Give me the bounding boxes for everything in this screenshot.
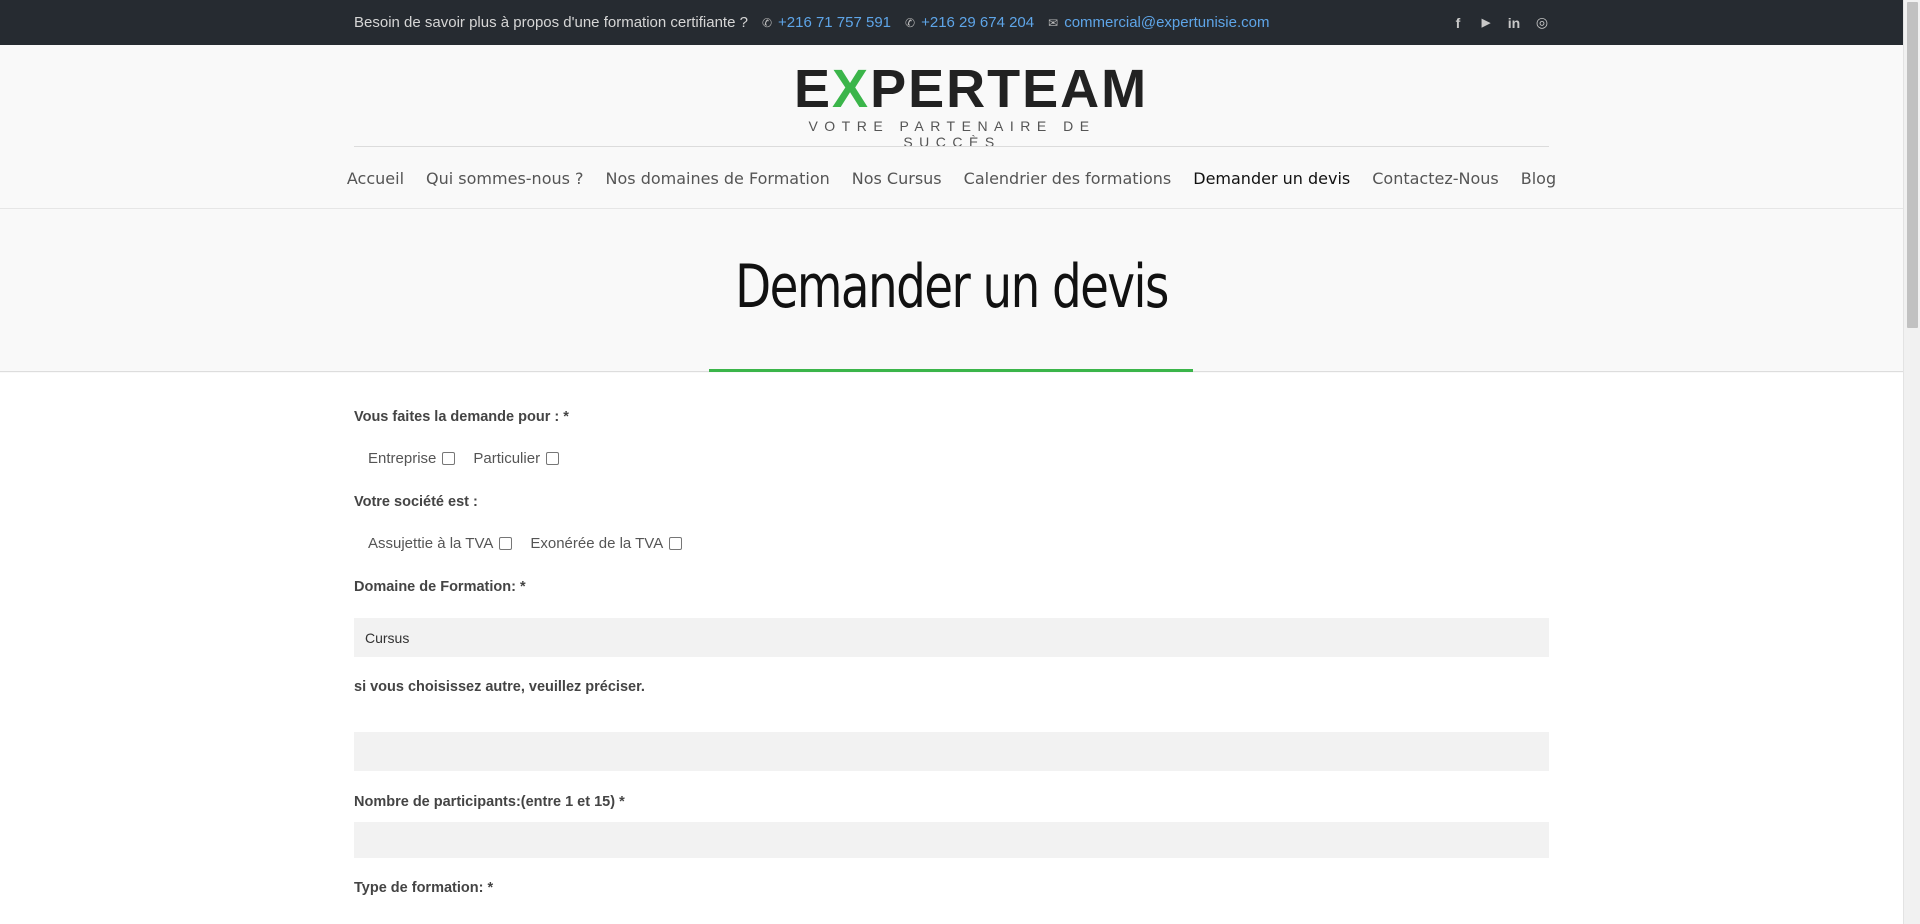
site-header: EXPERTEAM VOTRE PARTENAIRE DE SUCCÈS Acc… [0, 45, 1903, 209]
type-formation-label: Type de formation: * [354, 880, 494, 896]
email-link[interactable]: ✉ commercial@expertunisie.com [1048, 14, 1269, 31]
phone-number-1: +216 71 757 591 [778, 14, 892, 31]
particulier-checkbox[interactable] [546, 452, 560, 465]
demande-label: Vous faites la demande pour : * [354, 409, 569, 425]
site-logo[interactable]: EXPERTEAM VOTRE PARTENAIRE DE SUCCÈS [794, 59, 1149, 150]
title-underline [709, 369, 1193, 372]
option-exoneree-label: Exonérée de la TVA [530, 535, 664, 552]
domaine-label: Domaine de Formation: * [354, 579, 526, 595]
nav-item-domaines[interactable]: Nos domaines de Formation [606, 169, 830, 188]
exoneree-checkbox[interactable] [669, 537, 683, 550]
option-entreprise[interactable]: Entreprise [368, 450, 456, 467]
nav-item-accueil[interactable]: Accueil [347, 169, 404, 188]
nav-item-devis[interactable]: Demander un devis [1193, 169, 1350, 188]
social-links: f ▶ in ◎ [1451, 14, 1549, 31]
main-nav: Accueil Qui sommes-nous ? Nos domaines d… [347, 147, 1556, 209]
main-content: Vous faites la demande pour : * Entrepri… [0, 373, 1903, 924]
top-bar: Besoin de savoir plus à propos d'une for… [0, 0, 1903, 45]
nav-item-qui-sommes-nous[interactable]: Qui sommes-nous ? [426, 169, 584, 188]
top-bar-tagline: Besoin de savoir plus à propos d'une for… [354, 14, 748, 31]
phone-icon: ✆ [905, 15, 916, 30]
page-title-band: Demander un devis [0, 210, 1903, 372]
linkedin-icon[interactable]: in [1507, 15, 1521, 31]
nav-item-contact[interactable]: Contactez-Nous [1372, 169, 1499, 188]
logo-wordmark: EXPERTEAM [794, 59, 1149, 119]
autre-input[interactable] [354, 732, 1549, 771]
societe-options: Assujettie à la TVA Exonérée de la TVA [368, 535, 700, 552]
nav-item-calendrier[interactable]: Calendrier des formations [964, 169, 1172, 188]
option-assujettie-label: Assujettie à la TVA [368, 535, 494, 552]
phone-number-2: +216 29 674 204 [921, 14, 1035, 31]
nav-item-blog[interactable]: Blog [1521, 169, 1556, 188]
option-exoneree[interactable]: Exonérée de la TVA [530, 535, 683, 552]
domaine-select[interactable]: Cursus [354, 618, 1549, 657]
facebook-icon[interactable]: f [1451, 15, 1465, 31]
phone-icon: ✆ [761, 15, 772, 30]
autre-label: si vous choisissez autre, veuillez préci… [354, 679, 645, 695]
scrollbar-thumb[interactable] [1907, 2, 1918, 328]
mail-icon: ✉ [1048, 15, 1059, 30]
option-entreprise-label: Entreprise [368, 450, 437, 467]
participants-input[interactable] [354, 822, 1549, 858]
youtube-icon[interactable]: ▶ [1479, 16, 1493, 29]
option-assujettie[interactable]: Assujettie à la TVA [368, 535, 513, 552]
option-particulier[interactable]: Particulier [473, 450, 560, 467]
phone-link-2[interactable]: ✆ +216 29 674 204 [905, 14, 1034, 31]
option-particulier-label: Particulier [473, 450, 541, 467]
nav-item-cursus[interactable]: Nos Cursus [852, 169, 942, 188]
societe-label: Votre société est : [354, 494, 478, 510]
assujettie-checkbox[interactable] [499, 537, 513, 550]
participants-label: Nombre de participants:(entre 1 et 15) * [354, 794, 625, 810]
entreprise-checkbox[interactable] [442, 452, 456, 465]
page-title: Demander un devis [735, 252, 1169, 322]
instagram-icon[interactable]: ◎ [1535, 14, 1549, 31]
email-address: commercial@expertunisie.com [1064, 14, 1270, 31]
phone-link-1[interactable]: ✆ +216 71 757 591 [762, 14, 891, 31]
page-scrollbar[interactable] [1903, 0, 1920, 924]
demande-options: Entreprise Particulier [368, 450, 577, 467]
